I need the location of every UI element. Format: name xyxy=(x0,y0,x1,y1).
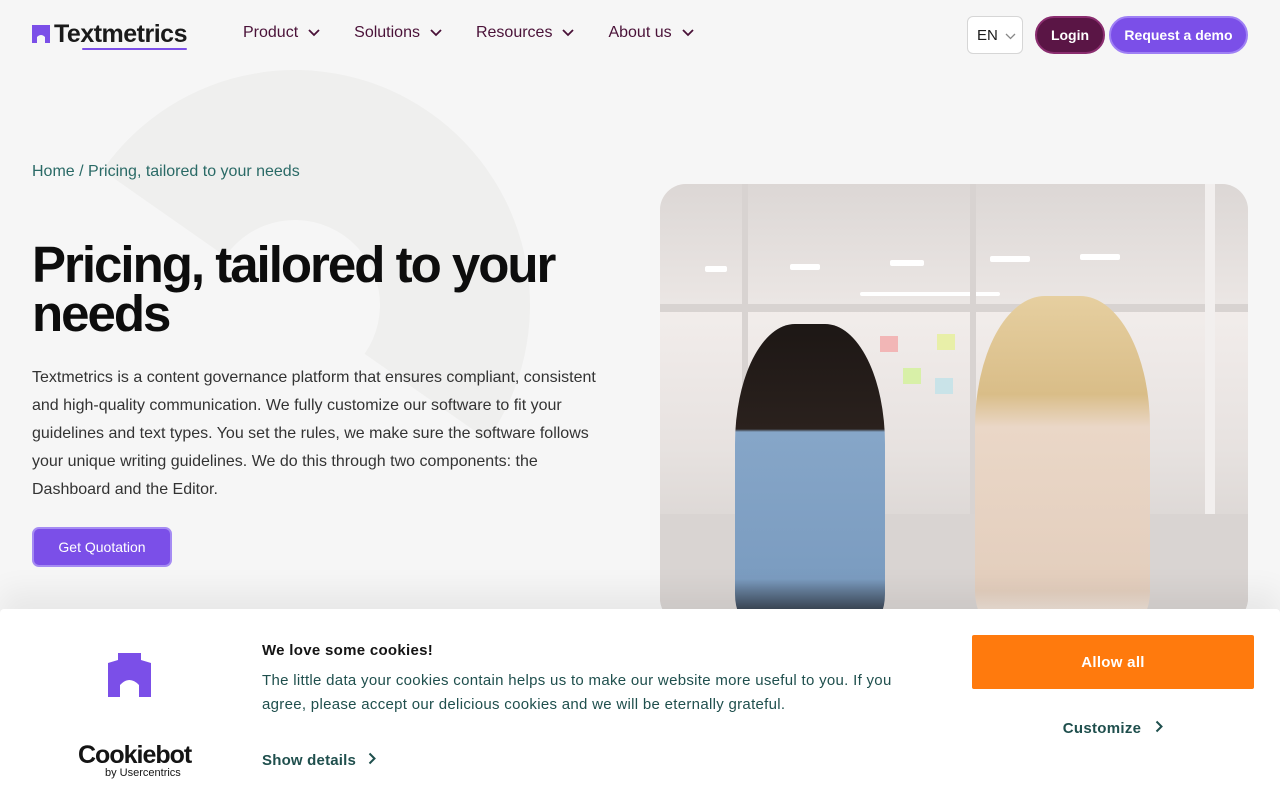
show-details-label: Show details xyxy=(262,752,357,769)
nav-item-resources[interactable]: Resources xyxy=(476,24,608,42)
chevron-down-icon xyxy=(308,29,320,37)
photo-sticky-note xyxy=(935,378,953,394)
breadcrumb: Home / Pricing, tailored to your needs xyxy=(32,163,300,181)
cookie-brand-icon xyxy=(108,653,151,697)
language-value: EN xyxy=(977,26,998,44)
photo-ceiling-light xyxy=(705,266,727,272)
cookie-text: The little data your cookies contain hel… xyxy=(262,672,892,713)
chevron-down-icon xyxy=(1005,27,1016,44)
photo-ceiling-light xyxy=(860,292,1000,296)
logo-mark-icon xyxy=(32,25,50,43)
brand-logo[interactable]: Textmetrics xyxy=(32,20,188,50)
photo-ceiling-light xyxy=(890,260,924,266)
main-nav: Product Solutions Resources About us xyxy=(243,24,694,42)
nav-item-solutions[interactable]: Solutions xyxy=(354,24,476,42)
chevron-down-icon xyxy=(681,29,694,37)
cookie-title: We love some cookies! xyxy=(262,642,434,659)
allow-all-button[interactable]: Allow all xyxy=(972,635,1254,689)
nav-item-label: About us xyxy=(608,24,672,41)
photo-sticky-note xyxy=(937,334,955,350)
hero-description: Textmetrics is a content governance plat… xyxy=(32,369,596,498)
language-select[interactable]: EN xyxy=(967,16,1023,54)
nav-item-label: Resources xyxy=(475,24,553,41)
photo-ceiling-light xyxy=(990,256,1030,262)
chevron-right-icon xyxy=(368,752,377,769)
photo-ceiling xyxy=(660,184,1248,304)
breadcrumb-home-link[interactable]: Home xyxy=(32,163,75,180)
show-details-link[interactable]: Show details xyxy=(262,752,377,769)
customize-label: Customize xyxy=(1062,719,1142,737)
chevron-right-icon xyxy=(1155,720,1164,737)
cookiebot-logo[interactable]: Cookiebot by Usercentrics xyxy=(78,741,192,780)
photo-person-right xyxy=(975,296,1150,624)
customize-button[interactable]: Customize xyxy=(972,705,1254,751)
cookiebot-name: Cookiebot xyxy=(78,741,192,769)
photo-ceiling-light xyxy=(790,264,820,270)
brand-name: Textmetrics xyxy=(54,20,188,48)
chevron-down-icon xyxy=(430,29,442,37)
chevron-down-icon xyxy=(562,29,575,37)
photo-sticky-note xyxy=(880,336,898,352)
login-button[interactable]: Login xyxy=(1035,16,1105,54)
photo-person-left xyxy=(735,324,885,624)
photo-glass-frame xyxy=(660,304,1248,312)
page-title: Pricing, tailored to your needs xyxy=(32,236,556,342)
cookie-banner: Cookiebot by Usercentrics We love some c… xyxy=(0,609,1280,800)
photo-sticky-note xyxy=(903,368,921,384)
nav-item-label: Product xyxy=(243,24,299,41)
cookiebot-sub: by Usercentrics xyxy=(105,767,181,779)
photo-ceiling-light xyxy=(1080,254,1120,260)
get-quotation-button[interactable]: Get Quotation xyxy=(32,527,172,567)
brand-underline xyxy=(82,48,187,50)
request-demo-button[interactable]: Request a demo xyxy=(1109,16,1248,54)
nav-item-product[interactable]: Product xyxy=(243,24,354,42)
hero-office-photo xyxy=(660,184,1248,624)
breadcrumb-separator: / xyxy=(74,163,89,180)
nav-item-about-us[interactable]: About us xyxy=(608,24,694,42)
breadcrumb-current: Pricing, tailored to your needs xyxy=(88,163,300,180)
nav-item-label: Solutions xyxy=(354,24,420,41)
site-header: Textmetrics Product Solutions Resources … xyxy=(0,0,1280,70)
